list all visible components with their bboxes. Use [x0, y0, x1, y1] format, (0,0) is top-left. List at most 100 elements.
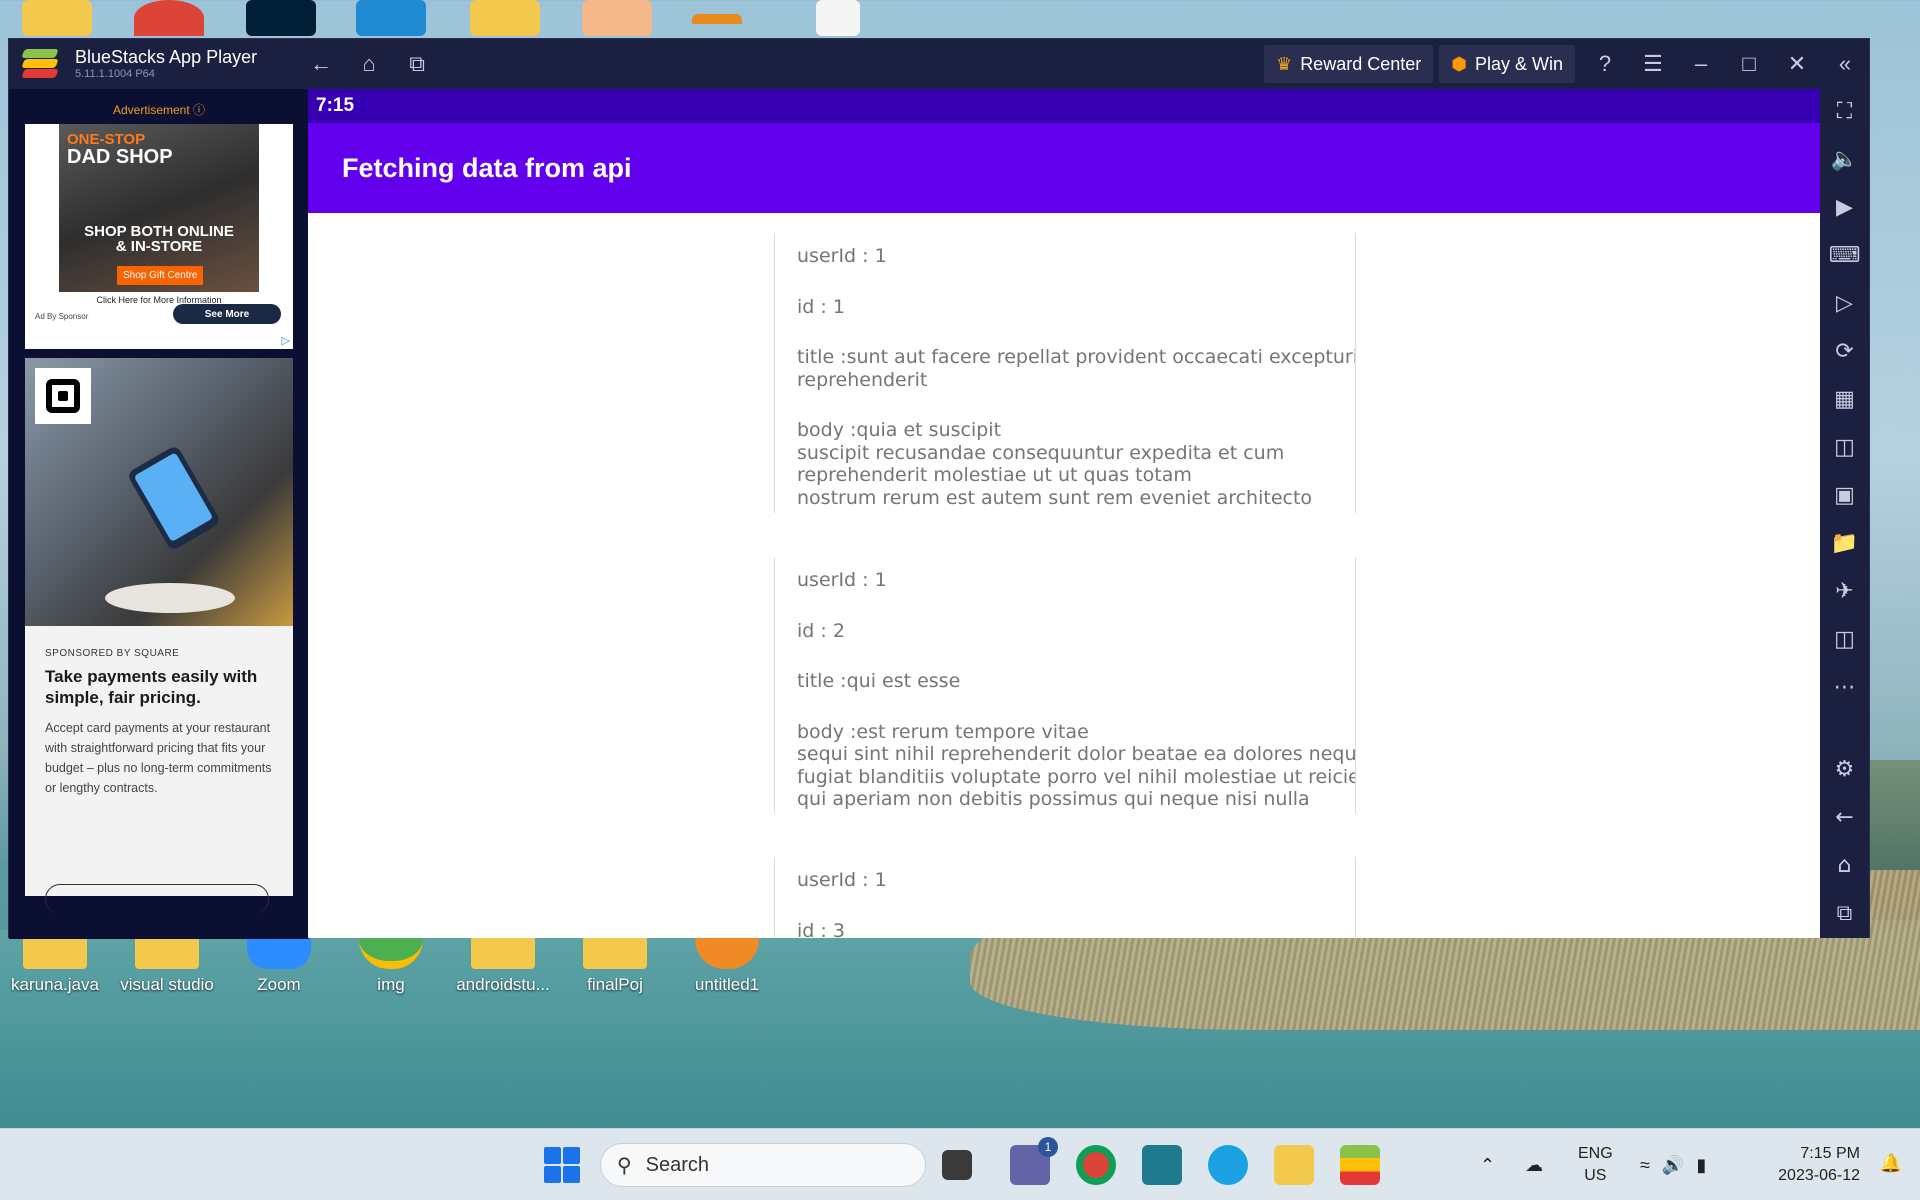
resize-icon[interactable]: ◫	[1820, 627, 1869, 652]
post-card[interactable]: userId : 1 id : 1 title :sunt aut facere…	[774, 233, 1356, 513]
ad-shop-line2: & IN-STORE	[115, 238, 203, 255]
desktop-icon-zoom[interactable]: Zoom	[224, 935, 334, 995]
file-explorer-icon[interactable]	[1274, 1145, 1314, 1185]
post-id: id : 1	[797, 295, 845, 318]
back-icon[interactable]: ←	[1820, 805, 1869, 830]
screenshot-icon[interactable]: ▣	[1820, 483, 1869, 508]
post-body: body :quia et suscipit suscipit recusand…	[797, 419, 1313, 509]
phone-illustration	[126, 444, 222, 552]
play-win-button[interactable]: ⬢ Play & Win	[1439, 45, 1575, 83]
teams-chat-icon[interactable]: 1	[1010, 1137, 1058, 1185]
chrome-icon[interactable]	[1076, 1145, 1116, 1185]
ad-panel: Advertisement ⓘ ONE-STOP DAD SHOP SHOP B…	[9, 89, 309, 939]
volume-icon[interactable]: 🔈	[1820, 147, 1869, 172]
maximize-icon[interactable]: □	[1725, 39, 1773, 89]
ad-shop-text: SHOP BOTH ONLINE & IN-STORE	[59, 224, 259, 254]
language-line2: US	[1584, 1167, 1607, 1184]
desktop-icon-androidstudio[interactable]: androidstu...	[448, 935, 558, 995]
ad-image	[25, 358, 293, 626]
menu-icon[interactable]: ☰	[1629, 39, 1677, 89]
start-button[interactable]	[542, 1145, 582, 1185]
desktop-icon-label: Zoom	[257, 975, 301, 994]
desktop-folder-icon[interactable]	[22, 0, 92, 36]
task-view-icon[interactable]	[942, 1150, 972, 1180]
recent-apps-icon[interactable]: ⧉	[1820, 901, 1869, 926]
shop-gift-centre-button[interactable]: Shop Gift Centre	[117, 266, 204, 285]
post-card[interactable]: userId : 1 id : 3	[774, 857, 1356, 938]
post-card[interactable]: userId : 1 id : 2 title :qui est esse bo…	[774, 557, 1356, 813]
onedrive-icon[interactable]: ☁	[1525, 1155, 1543, 1176]
collapse-sidebar-icon[interactable]: «	[1821, 39, 1869, 89]
status-bar: 7:15	[308, 89, 1820, 123]
pointer-icon[interactable]: ▶	[1820, 195, 1869, 220]
fullscreen-icon[interactable]: ⛶	[1820, 99, 1869, 124]
close-icon[interactable]: ✕	[1773, 39, 1821, 89]
app-title-block: BlueStacks App Player 5.11.1.1004 P64	[75, 47, 257, 80]
ad-image: ONE-STOP DAD SHOP SHOP BOTH ONLINE & IN-…	[59, 124, 259, 292]
ad-headline: ONE-STOP DAD SHOP	[67, 132, 173, 167]
square-ad[interactable]: SPONSORED BY SQUARE Take payments easily…	[25, 358, 293, 914]
desktop-icon-untitled1[interactable]: untitled1	[672, 935, 782, 995]
wifi-icon: ≈	[1640, 1154, 1650, 1175]
minimize-icon[interactable]: –	[1677, 39, 1725, 89]
install-apk-icon[interactable]: ◫	[1820, 435, 1869, 460]
vscode-icon[interactable]	[356, 0, 426, 36]
macro-icon[interactable]: ▷	[1820, 291, 1869, 316]
clock[interactable]: 7:15 PM 2023-06-12	[1778, 1143, 1860, 1187]
edge-icon[interactable]	[1208, 1145, 1248, 1185]
blender-icon	[695, 935, 759, 969]
search-icon: ⚲	[617, 1154, 632, 1177]
crown-icon: ♛	[1276, 53, 1293, 74]
clock-time: 7:15 PM	[1800, 1145, 1860, 1162]
keyboard-icon[interactable]: ⌨	[1820, 243, 1869, 268]
help-icon[interactable]: ?	[1581, 39, 1629, 89]
right-toolbar: ⛶ 🔈 ▶ ⌨ ▷ ⟳ ▦ ◫ ▣ 📁 ✈ ◫ ⋯ ⚙ ← ⌂ ⧉	[1820, 89, 1869, 938]
chrome-icon[interactable]	[134, 0, 204, 36]
cortana-icon[interactable]	[1142, 1145, 1182, 1185]
app-title: Fetching data from api	[342, 152, 632, 183]
folder-icon	[135, 935, 199, 969]
home-icon[interactable]: ⌂	[1820, 853, 1869, 878]
ad-headline-main: DAD SHOP	[67, 146, 173, 168]
status-icons[interactable]: ≈ 🔊 ▮	[1640, 1129, 1706, 1200]
desktop-icon-label: visual studio	[120, 975, 214, 994]
adchoices-icon[interactable]: ▷	[282, 334, 290, 347]
shortcut-arrow-icon[interactable]	[692, 14, 742, 34]
desktop-icon-label: finalPoj	[587, 975, 643, 994]
desktop-icon-karuna[interactable]: karuna.java	[0, 935, 110, 995]
reward-center-button[interactable]: ♛ Reward Center	[1264, 45, 1434, 83]
chevron-up-icon[interactable]: ⌃	[1480, 1155, 1495, 1176]
ad-cta-button[interactable]	[45, 884, 269, 914]
folder-icon[interactable]: 📁	[1820, 531, 1869, 556]
back-icon[interactable]: ←	[297, 39, 345, 89]
home-depot-ad[interactable]: ONE-STOP DAD SHOP SHOP BOTH ONLINE & IN-…	[25, 124, 293, 349]
airplane-icon[interactable]: ✈	[1820, 579, 1869, 604]
settings-icon[interactable]: ⚙	[1820, 757, 1869, 782]
see-more-button[interactable]: See More	[173, 304, 281, 324]
volume-icon: 🔊	[1661, 1154, 1685, 1175]
notifications-icon[interactable]: 🔔	[1880, 1153, 1902, 1174]
desktop-icon-label: androidstu...	[456, 975, 550, 994]
more-icon[interactable]: ⋯	[1820, 675, 1869, 700]
app-bar: Fetching data from api	[308, 123, 1820, 213]
desktop-icon-visual-studio[interactable]: visual studio	[112, 935, 222, 995]
bluestacks-logo-icon	[21, 49, 59, 79]
bluestacks-taskbar-icon[interactable]	[1340, 1145, 1380, 1185]
adobe-icon[interactable]	[246, 0, 316, 36]
desktop-icon-label: untitled1	[694, 975, 760, 994]
home-icon[interactable]: ⌂	[345, 39, 393, 89]
recent-apps-icon[interactable]: ⧉	[393, 39, 441, 89]
language-indicator[interactable]: ENG US	[1578, 1143, 1613, 1187]
post-user-id: userId : 1	[797, 569, 887, 591]
post-title: title :sunt aut facere repellat providen…	[797, 346, 1356, 391]
file-icon[interactable]	[816, 0, 860, 36]
desktop-folder-icon[interactable]	[582, 0, 652, 36]
desktop-folder-icon[interactable]	[470, 0, 540, 36]
rotate-icon[interactable]: ⟳	[1820, 339, 1869, 364]
chrome-icon	[359, 935, 423, 969]
taskbar-search[interactable]: ⚲ Search	[600, 1143, 926, 1187]
multi-instance-icon[interactable]: ▦	[1820, 387, 1869, 412]
desktop-icon-finalpoj[interactable]: finalPoj	[560, 935, 670, 995]
ad-sponsor-label: Ad By Sponsor	[35, 312, 89, 321]
desktop-icon-img[interactable]: img	[336, 935, 446, 995]
